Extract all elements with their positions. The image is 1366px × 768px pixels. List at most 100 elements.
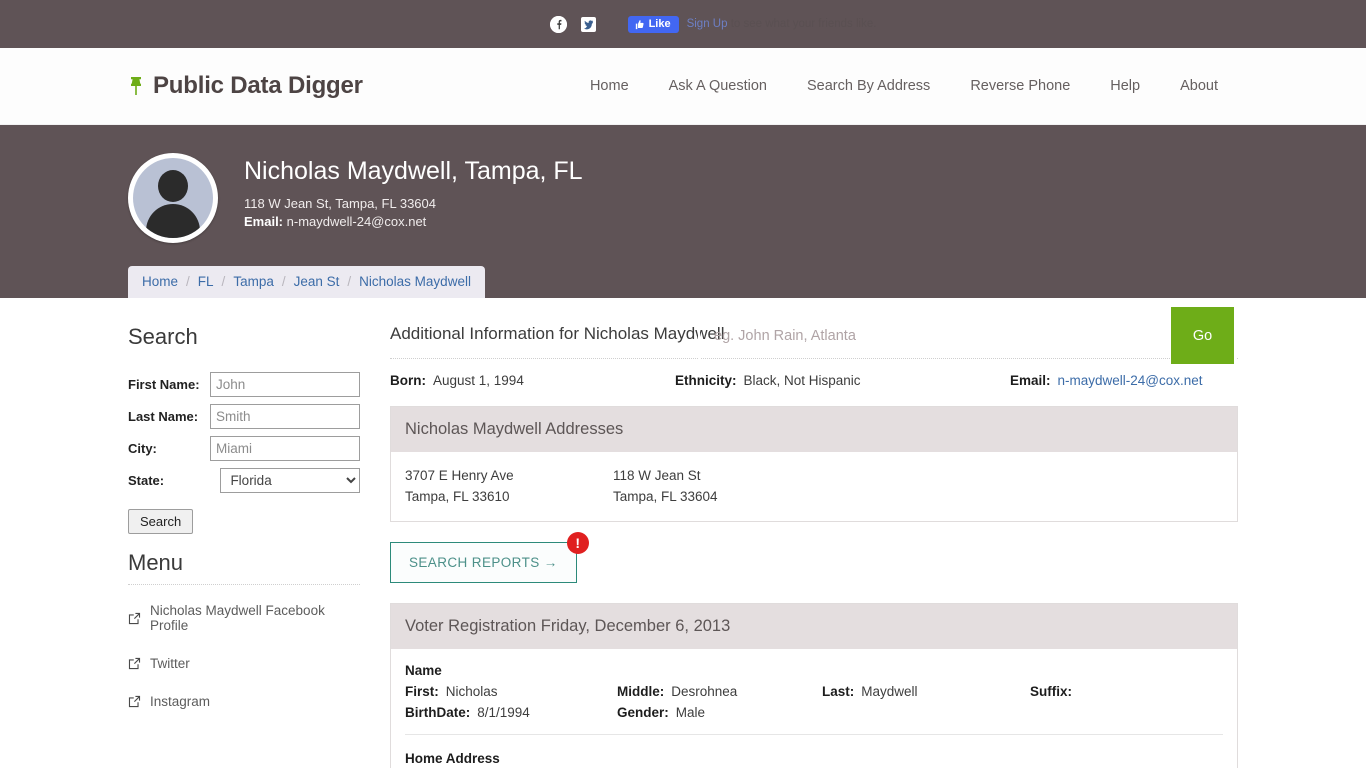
voter-birthdate-label: BirthDate: bbox=[405, 705, 471, 721]
sidebar-item-facebook-profile[interactable]: Nicholas Maydwell Facebook Profile bbox=[128, 603, 360, 633]
voter-panel-heading: Voter Registration Friday, December 6, 2… bbox=[391, 604, 1237, 650]
sidebar-search-heading: Search bbox=[128, 324, 198, 349]
sidebar-item-label: Nicholas Maydwell Facebook Profile bbox=[150, 603, 325, 633]
breadcrumb-item-fl[interactable]: FL bbox=[198, 274, 214, 289]
sidebar-item-instagram[interactable]: Instagram bbox=[128, 694, 360, 709]
voter-middle-field: Middle: Desrohnea bbox=[617, 684, 822, 699]
search-reports-button[interactable]: SEARCH REPORTS → bbox=[390, 542, 577, 584]
state-row: State: Florida bbox=[128, 468, 360, 493]
breadcrumb-separator: / bbox=[186, 274, 190, 289]
breadcrumb-item-current[interactable]: Nicholas Maydwell bbox=[359, 274, 471, 289]
voter-suffix-field: Suffix: bbox=[1030, 684, 1079, 699]
breadcrumb-separator: / bbox=[281, 274, 286, 289]
facebook-signup-link[interactable]: Sign Up bbox=[687, 18, 728, 30]
voter-birthdate-value: 8/1/1994 bbox=[477, 705, 530, 721]
nav-item-help[interactable]: Help bbox=[1090, 78, 1160, 94]
alert-badge-icon[interactable]: ! bbox=[566, 532, 589, 555]
voter-panel-body: Name First: Nicholas Middle: Desrohnea L… bbox=[391, 649, 1237, 768]
profile-info-row: Born: August 1, 1994 Ethnicity: Black, N… bbox=[390, 373, 1238, 406]
addresses-panel: Nicholas Maydwell Addresses 3707 E Henry… bbox=[390, 406, 1238, 523]
first-name-row: First Name: bbox=[128, 372, 360, 397]
last-name-row: Last Name: bbox=[128, 404, 360, 429]
voter-gender-field: Gender: Male bbox=[617, 705, 822, 720]
facebook-like-caption: Sign Up to see what your friends like. bbox=[687, 18, 877, 30]
voter-registration-panel: Voter Registration Friday, December 6, 2… bbox=[390, 603, 1238, 768]
breadcrumb-separator: / bbox=[221, 274, 226, 289]
hero-email-value: n-maydwell-24@cox.net bbox=[286, 213, 427, 229]
site-header: Public Data Digger Home Ask A Question S… bbox=[0, 48, 1366, 125]
search-go-button[interactable]: Go bbox=[1171, 307, 1234, 364]
twitter-icon[interactable] bbox=[580, 16, 596, 32]
email-field: Email: n-maydwell-24@cox.net bbox=[1010, 373, 1203, 388]
sidebar: Search First Name: Last Name: City: Stat… bbox=[128, 324, 390, 768]
facebook-icon[interactable] bbox=[549, 15, 567, 33]
facebook-like-label: Like bbox=[648, 17, 671, 30]
first-name-label: First Name: bbox=[128, 377, 200, 392]
sidebar-item-label: Instagram bbox=[150, 694, 211, 709]
voter-divider bbox=[405, 734, 1223, 736]
facebook-like-tail: to see what your friends like. bbox=[727, 18, 877, 30]
address-line2: Tampa, FL 33610 bbox=[405, 488, 510, 504]
voter-birth-row: BirthDate: 8/1/1994 Gender: Male bbox=[405, 705, 1223, 720]
born-value: August 1, 1994 bbox=[433, 373, 524, 388]
external-link-icon bbox=[128, 612, 141, 624]
city-input[interactable] bbox=[210, 436, 360, 461]
external-link-icon bbox=[128, 695, 141, 708]
hero-email: Email: n-maydwell-24@cox.net bbox=[244, 214, 583, 229]
city-label: City: bbox=[128, 441, 157, 456]
born-label: Born: bbox=[390, 373, 426, 388]
voter-last-value: Maydwell bbox=[861, 684, 918, 700]
email-link[interactable]: n-maydwell-24@cox.net bbox=[1058, 373, 1203, 388]
breadcrumb-item-home[interactable]: Home bbox=[142, 274, 178, 289]
nav-item-ask-a-question[interactable]: Ask A Question bbox=[649, 78, 787, 94]
voter-home-address-label: Home Address bbox=[405, 751, 500, 767]
state-select[interactable]: Florida bbox=[220, 468, 360, 493]
addresses-panel-heading: Nicholas Maydwell Addresses bbox=[391, 407, 1237, 452]
breadcrumb-item-tampa[interactable]: Tampa bbox=[233, 274, 274, 289]
page-title: Nicholas Maydwell, Tampa, FL bbox=[244, 157, 583, 185]
voter-middle-label: Middle: bbox=[617, 684, 665, 700]
nav-item-about[interactable]: About bbox=[1160, 78, 1238, 94]
main-column: Additional Information for Nicholas Mayd… bbox=[390, 324, 1238, 768]
born-field: Born: August 1, 1994 bbox=[390, 373, 675, 388]
voter-birthdate-field: BirthDate: 8/1/1994 bbox=[405, 705, 617, 720]
nav-item-reverse-phone[interactable]: Reverse Phone bbox=[950, 78, 1090, 94]
breadcrumb: Home / FL / Tampa / Jean St / Nicholas M… bbox=[128, 266, 485, 298]
avatar-silhouette-icon bbox=[133, 158, 213, 238]
address-line1: 3707 E Henry Ave bbox=[405, 468, 514, 483]
voter-gender-value: Male bbox=[675, 705, 706, 721]
external-link-icon bbox=[128, 657, 141, 670]
sidebar-menu-heading: Menu bbox=[128, 550, 360, 585]
breadcrumb-separator: / bbox=[347, 274, 352, 289]
ethnicity-field: Ethnicity: Black, Not Hispanic bbox=[675, 373, 1010, 388]
address-line1: 118 W Jean St bbox=[613, 468, 701, 483]
brand-name: Public Data Digger bbox=[153, 72, 363, 99]
voter-last-label: Last: bbox=[822, 684, 855, 700]
brand-logo[interactable]: Public Data Digger bbox=[128, 72, 363, 100]
search-reports-wrapper: SEARCH REPORTS → ! bbox=[390, 532, 589, 584]
hero-email-label: Email: bbox=[244, 213, 284, 229]
city-row: City: bbox=[128, 436, 360, 461]
address-entry: 118 W Jean St Tampa, FL 33604 bbox=[613, 466, 821, 507]
main-nav: Home Ask A Question Search By Address Re… bbox=[570, 78, 1238, 94]
nav-item-search-by-address[interactable]: Search By Address bbox=[787, 78, 950, 94]
sidebar-item-label: Twitter bbox=[150, 656, 190, 671]
voter-name-row: First: Nicholas Middle: Desrohnea Last: … bbox=[405, 684, 1223, 699]
avatar bbox=[128, 153, 218, 243]
voter-first-field: First: Nicholas bbox=[405, 684, 617, 699]
first-name-input[interactable] bbox=[210, 372, 360, 397]
sidebar-search-button[interactable]: Search bbox=[128, 509, 194, 534]
addresses-panel-body: 3707 E Henry Ave Tampa, FL 33610 118 W J… bbox=[391, 452, 1237, 521]
last-name-input[interactable] bbox=[210, 404, 360, 429]
profile-hero: Nicholas Maydwell, Tampa, FL 118 W Jean … bbox=[0, 125, 1366, 366]
voter-name-section-label: Name bbox=[405, 663, 442, 679]
sidebar-item-twitter[interactable]: Twitter bbox=[128, 656, 360, 671]
nav-item-home[interactable]: Home bbox=[570, 78, 649, 94]
breadcrumb-item-jean-st[interactable]: Jean St bbox=[294, 274, 340, 289]
state-label: State: bbox=[128, 473, 165, 488]
voter-last-field: Last: Maydwell bbox=[822, 684, 1030, 699]
search-input[interactable] bbox=[700, 307, 1171, 364]
voter-gender-label: Gender: bbox=[617, 705, 669, 721]
address-line2: Tampa, FL 33604 bbox=[613, 488, 718, 504]
facebook-like-button[interactable]: Like bbox=[627, 15, 679, 33]
